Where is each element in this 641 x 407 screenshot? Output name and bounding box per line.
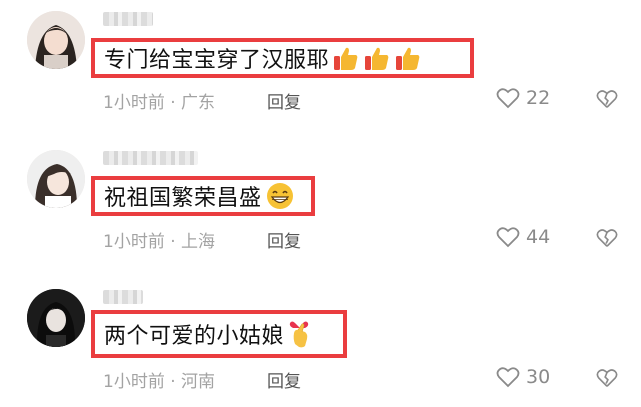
heart-icon [496,366,520,388]
comment-bubble: 两个可爱的小姑娘 [91,310,347,358]
comment-location: 河南 [181,372,216,392]
avatar[interactable] [27,150,85,208]
comment-meta: 1小时前 · 上海 [103,227,215,252]
avatar[interactable] [27,289,85,347]
comment-bubble: 祝祖国繁荣昌盛 [91,176,315,216]
comment-text: 祝祖国繁荣昌盛 [104,186,262,211]
comment-location: 上海 [181,232,216,252]
comment-item: 两个可爱的小姑娘 1小时前 · 河南 回复 30 [0,0,641,392]
comment-meta: 1小时前 · 河南 [103,367,215,392]
username[interactable] [103,290,143,304]
grinning-face-icon [265,181,295,211]
dislike-button[interactable] [596,367,618,389]
like-button[interactable]: 44 [496,226,550,248]
broken-heart-icon [596,369,618,387]
like-button[interactable]: 30 [496,366,550,388]
like-count: 30 [526,366,551,388]
comment-time: 1小时前 [103,232,165,252]
comment-time: 1小时前 [103,372,165,392]
reply-button[interactable]: 回复 [267,367,301,392]
finger-heart-icon [287,319,313,349]
broken-heart-icon [596,229,618,247]
dislike-button[interactable] [596,227,618,249]
meta-separator: · [164,372,182,392]
meta-separator: · [164,232,182,252]
reply-button[interactable]: 回复 [267,227,301,252]
comment-text: 两个可爱的小姑娘 [104,324,285,349]
username[interactable] [103,151,198,165]
like-count: 44 [526,226,551,248]
heart-icon [496,226,520,248]
